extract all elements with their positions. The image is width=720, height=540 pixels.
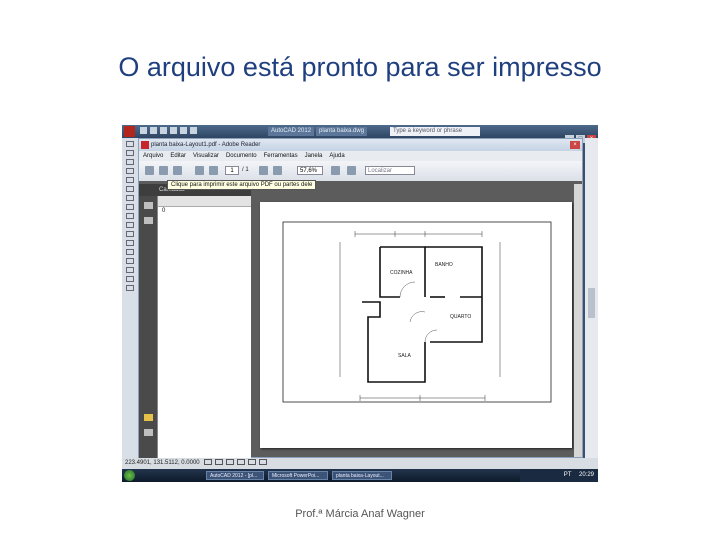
acrobat-menu-bar: Arquivo Editar Visualizar Documento Ferramen… (139, 151, 582, 161)
comments-icon[interactable] (143, 414, 153, 421)
circle-icon[interactable] (126, 186, 134, 192)
hatch-icon[interactable] (126, 249, 134, 255)
autocad-drawing-title: planta baixa.dwg (316, 127, 368, 136)
layers-panel: 0 (157, 196, 251, 458)
line-icon[interactable] (126, 141, 134, 147)
grid-icon[interactable] (215, 459, 224, 466)
drawing-border (282, 221, 552, 403)
document-area[interactable]: COZINHA BANHO QUARTO SALA (253, 184, 582, 457)
table-icon[interactable] (126, 276, 134, 282)
room-banho: BANHO (435, 262, 453, 268)
page-total: / 1 (242, 167, 249, 173)
ortho-icon[interactable] (226, 459, 235, 466)
ellipse-icon[interactable] (126, 213, 134, 219)
acrobat-title: planta baixa-Layout1.pdf - Adobe Reader (151, 142, 261, 148)
draw-toolbar (122, 138, 138, 458)
dimension-lines (339, 231, 501, 401)
autocad-app-title: AutoCAD 2012 (268, 127, 315, 136)
quick-access-toolbar (140, 127, 230, 136)
menu-ferramentas[interactable]: Ferramentas (264, 153, 298, 159)
autocad-logo-icon[interactable] (124, 126, 135, 137)
polar-icon[interactable] (237, 459, 246, 466)
block-icon[interactable] (126, 231, 134, 237)
pages-icon[interactable] (143, 217, 153, 224)
screenshot: AutoCAD 2012 planta baixa.dwg Type a key… (122, 125, 598, 482)
save-icon[interactable] (160, 127, 167, 134)
autocad-vertical-scrollbar[interactable] (585, 138, 598, 458)
autocad-status-bar: 223.4901, 131.5112, 0.0000 (122, 458, 598, 469)
menu-arquivo[interactable]: Arquivo (143, 153, 163, 159)
undo-icon[interactable] (170, 127, 177, 134)
doors (399, 281, 438, 343)
acrobat-vertical-scrollbar[interactable] (574, 184, 582, 457)
polyline-icon[interactable] (126, 150, 134, 156)
zoom-in-icon[interactable] (273, 166, 282, 175)
search-input[interactable]: Type a keyword or phrase (390, 127, 480, 136)
redo-icon[interactable] (180, 127, 187, 134)
menu-janela[interactable]: Janela (305, 153, 323, 159)
new-icon[interactable] (140, 127, 147, 134)
taskbar-item-acrobat[interactable]: planta baixa-Layout... (332, 471, 392, 480)
print-tooltip: Clique para imprimir este arquivo PDF ou… (167, 180, 317, 190)
polygon-icon[interactable] (126, 159, 134, 165)
windows-taskbar: AutoCAD 2012 - [pl... Microsoft PowerPoi… (122, 469, 598, 482)
start-button[interactable] (124, 470, 135, 481)
open-icon[interactable] (150, 127, 157, 134)
mtext-icon[interactable] (126, 285, 134, 291)
fit-page-icon[interactable] (331, 166, 340, 175)
rectangle-icon[interactable] (126, 168, 134, 174)
acrobat-toolbar: 1 / 1 57,6% Localizar (139, 161, 582, 181)
pdf-page: COZINHA BANHO QUARTO SALA (260, 202, 572, 448)
menu-editar[interactable]: Editar (170, 153, 186, 159)
clock[interactable]: 20:29 (579, 472, 594, 478)
comment-icon[interactable] (347, 166, 356, 175)
floor-plan-drawing: COZINHA BANHO QUARTO SALA (282, 221, 552, 403)
acrobat-title-bar: planta baixa-Layout1.pdf - Adobe Reader … (139, 139, 582, 151)
acrobat-close-icon[interactable]: × (570, 141, 580, 149)
next-page-icon[interactable] (209, 166, 218, 175)
page-number-input[interactable]: 1 (225, 166, 239, 175)
cloud-icon[interactable] (126, 195, 134, 201)
attachments-icon[interactable] (143, 429, 153, 436)
menu-visualizar[interactable]: Visualizar (193, 153, 219, 159)
taskbar-item-autocad[interactable]: AutoCAD 2012 - [pl... (206, 471, 264, 480)
arc-icon[interactable] (126, 177, 134, 183)
plot-icon[interactable] (190, 127, 197, 134)
open-folder-icon[interactable] (159, 166, 168, 175)
room-quarto: QUARTO (450, 314, 471, 320)
point-icon[interactable] (126, 240, 134, 246)
otrack-icon[interactable] (259, 459, 268, 466)
gradient-icon[interactable] (126, 258, 134, 264)
find-input[interactable]: Localizar (365, 166, 415, 175)
zoom-input[interactable]: 57,6% (297, 166, 323, 175)
menu-documento[interactable]: Documento (226, 153, 257, 159)
snap-icon[interactable] (204, 459, 213, 466)
slide-title: O arquivo está pronto para ser impresso (118, 52, 602, 82)
room-cozinha: COZINHA (390, 270, 413, 276)
acrobat-window: planta baixa-Layout1.pdf - Adobe Reader … (138, 138, 583, 458)
scroll-thumb[interactable] (588, 288, 595, 318)
previous-page-icon[interactable] (195, 166, 204, 175)
osnap-icon[interactable] (248, 459, 257, 466)
layer-item[interactable]: 0 (158, 207, 251, 216)
slide-footer: Prof.ª Márcia Anaf Wagner (295, 508, 425, 520)
coordinate-readout: 223.4901, 131.5112, 0.0000 (125, 460, 200, 466)
taskbar-item-powerpoint[interactable]: Microsoft PowerPoi... (268, 471, 328, 480)
layers-options-bar[interactable] (158, 196, 251, 207)
print-icon[interactable] (145, 166, 154, 175)
pdf-icon (141, 141, 149, 149)
navigation-sidebar (139, 196, 157, 458)
language-indicator[interactable]: PT (564, 472, 572, 478)
email-icon[interactable] (173, 166, 182, 175)
layers-icon[interactable] (143, 202, 153, 209)
autocad-title-bar: AutoCAD 2012 planta baixa.dwg Type a key… (122, 125, 598, 143)
room-sala: SALA (398, 353, 411, 359)
region-icon[interactable] (126, 267, 134, 273)
spline-icon[interactable] (126, 204, 134, 210)
zoom-out-icon[interactable] (259, 166, 268, 175)
menu-ajuda[interactable]: Ajuda (329, 153, 344, 159)
system-tray: PT 20:29 (520, 469, 598, 482)
insert-icon[interactable] (126, 222, 134, 228)
